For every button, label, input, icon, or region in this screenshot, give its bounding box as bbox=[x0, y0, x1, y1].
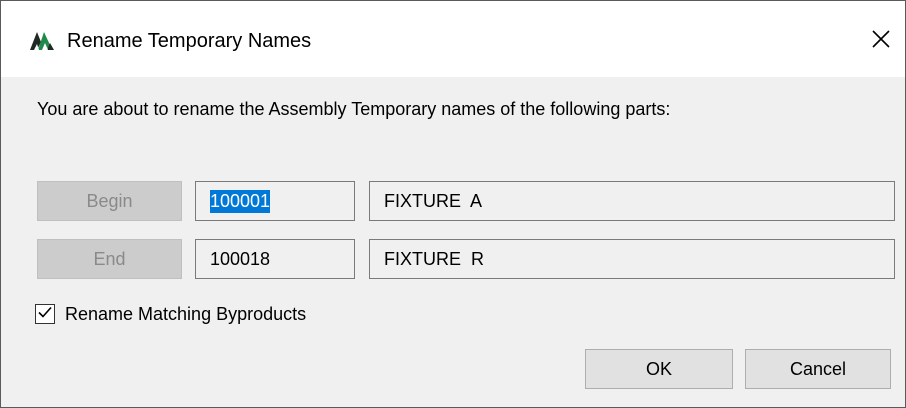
checkmark-icon bbox=[37, 304, 53, 325]
ok-button[interactable]: OK bbox=[585, 349, 733, 389]
close-icon bbox=[871, 29, 891, 54]
rename-byproducts-checkbox[interactable] bbox=[35, 304, 55, 324]
app-logo-icon bbox=[29, 29, 55, 51]
title-bar: Rename Temporary Names bbox=[1, 1, 905, 77]
instruction-text: You are about to rename the Assembly Tem… bbox=[37, 99, 671, 119]
close-button[interactable] bbox=[863, 23, 899, 59]
rename-dialog: Rename Temporary Names You are about to … bbox=[0, 0, 906, 408]
begin-name-field[interactable]: FIXTURE A bbox=[369, 181, 895, 221]
end-number-field[interactable]: 100018 bbox=[195, 239, 355, 279]
cancel-button[interactable]: Cancel bbox=[745, 349, 891, 389]
begin-number-field[interactable]: 100001 bbox=[195, 181, 355, 221]
end-number-value: 100018 bbox=[210, 248, 271, 269]
end-name-value: FIXTURE R bbox=[384, 248, 485, 269]
rename-byproducts-option[interactable]: Rename Matching Byproducts bbox=[35, 301, 306, 327]
end-name-field[interactable]: FIXTURE R bbox=[369, 239, 895, 279]
window-title: Rename Temporary Names bbox=[67, 30, 312, 52]
begin-name-value: FIXTURE A bbox=[384, 190, 483, 211]
end-button[interactable]: End bbox=[37, 239, 182, 279]
begin-button[interactable]: Begin bbox=[37, 181, 182, 221]
begin-number-value: 100001 bbox=[210, 189, 271, 213]
rename-byproducts-label: Rename Matching Byproducts bbox=[65, 304, 307, 324]
